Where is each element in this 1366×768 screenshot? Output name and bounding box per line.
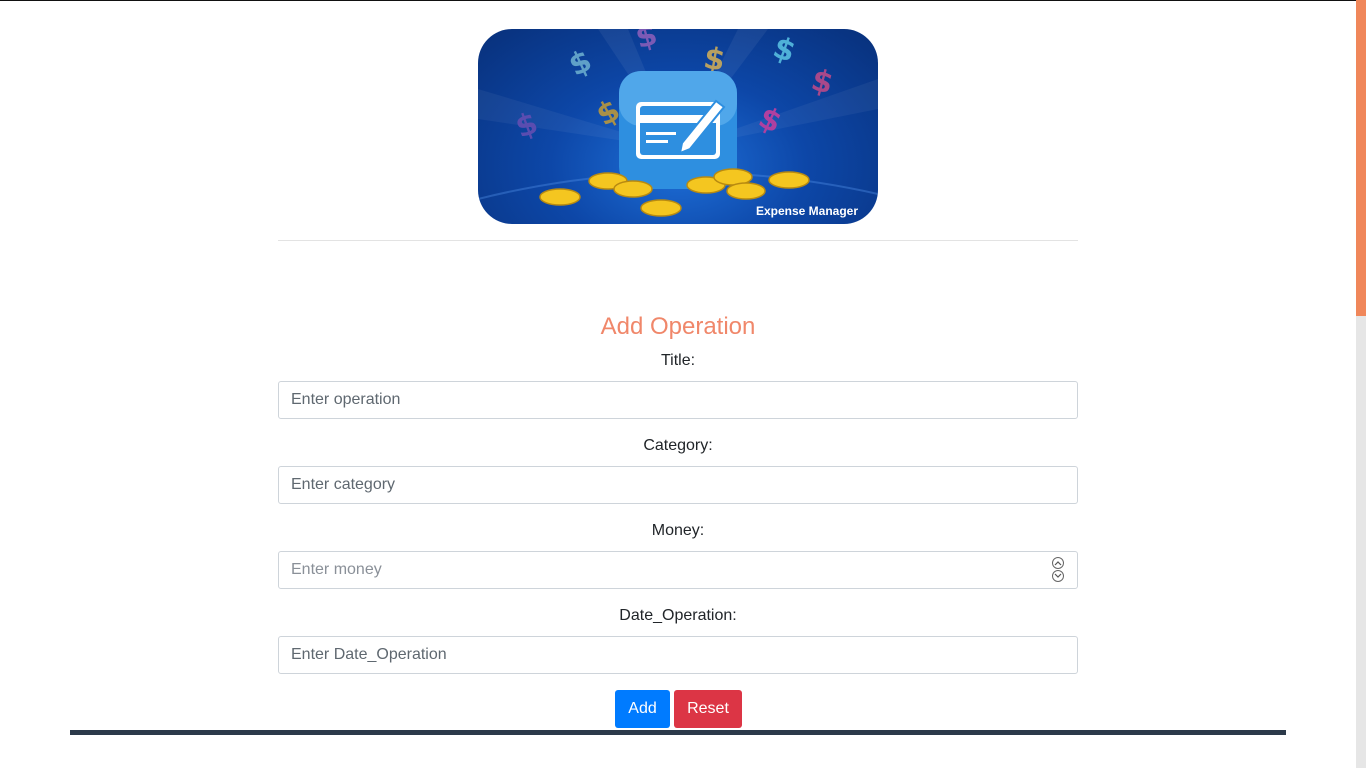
stepper-down-icon[interactable] [1052, 570, 1064, 582]
reset-button[interactable]: Reset [674, 690, 742, 728]
stepper-up-icon[interactable] [1052, 557, 1064, 569]
logo-caption: Expense Manager [755, 204, 858, 218]
title-label: Title: [660, 352, 696, 369]
svg-text:$: $ [768, 30, 800, 70]
category-placeholder: Enter category [291, 476, 396, 493]
scrollbar-thumb[interactable] [1356, 0, 1366, 316]
money-stepper[interactable] [1052, 557, 1064, 583]
expense-manager-logo: $ $ $ $ $ $ $ $ Expense Manager [478, 29, 878, 224]
date-operation-input[interactable]: Enter Date_Operation [278, 636, 1078, 674]
date-operation-placeholder: Enter Date_Operation [291, 646, 447, 663]
page-scrollbar[interactable] [1356, 0, 1366, 768]
title-placeholder: Enter operation [291, 391, 401, 408]
add-button[interactable]: Add [615, 690, 670, 728]
category-label: Category: [643, 437, 713, 454]
form-title: Add Operation [600, 313, 756, 340]
date-operation-label: Date_Operation: [619, 607, 737, 624]
money-input[interactable]: Enter money [278, 551, 1078, 589]
money-label: Money: [651, 522, 705, 539]
money-placeholder: Enter money [291, 561, 382, 578]
category-input[interactable]: Enter category [278, 466, 1078, 504]
window-top-border [0, 0, 1356, 1]
footer-bar [70, 730, 1286, 735]
logo-artwork: $ $ $ $ $ $ $ $ [478, 29, 878, 217]
page: $ $ $ $ $ $ $ $ Expense Manager Add Oper… [0, 0, 1356, 768]
header-divider [278, 240, 1078, 241]
title-input[interactable]: Enter operation [278, 381, 1078, 419]
svg-text:$: $ [564, 43, 598, 84]
